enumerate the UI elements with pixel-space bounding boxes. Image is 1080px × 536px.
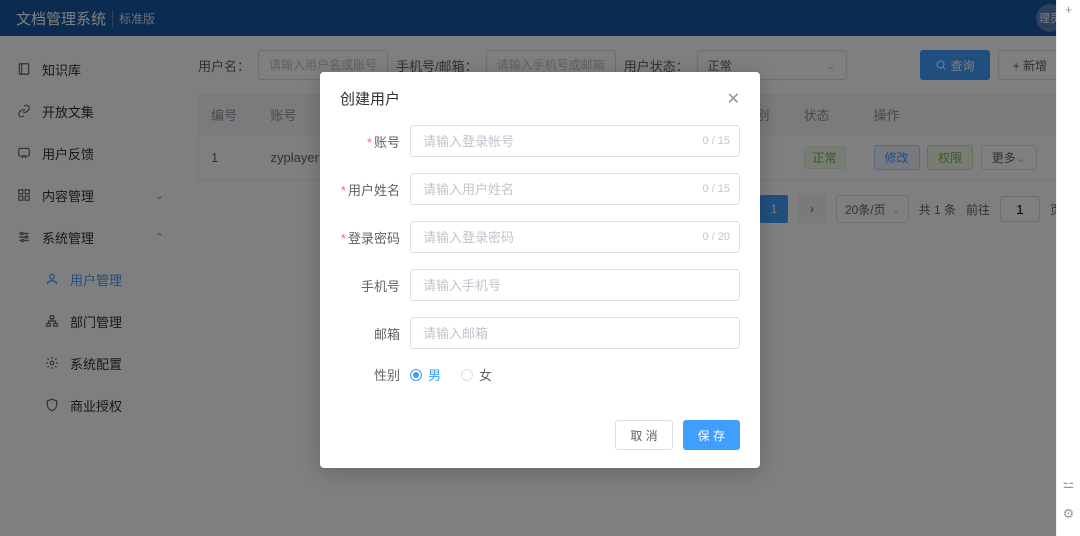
name-input[interactable]: [410, 173, 740, 205]
field-label-name: *用户姓名: [340, 180, 410, 199]
cancel-button[interactable]: 取 消: [615, 420, 672, 450]
save-button[interactable]: 保 存: [683, 420, 740, 450]
phone-input[interactable]: [410, 269, 740, 301]
email-input[interactable]: [410, 317, 740, 349]
modal-header: 创建用户 ✕: [320, 72, 760, 119]
account-input[interactable]: [410, 125, 740, 157]
create-user-modal: 创建用户 ✕ *账号 0 / 15 *用户姓名 0 / 15 *登录密码: [320, 72, 760, 468]
field-label-account: *账号: [340, 132, 410, 151]
field-label-gender: 性别: [340, 365, 410, 384]
modal-body: *账号 0 / 15 *用户姓名 0 / 15 *登录密码 0 / 20: [320, 119, 760, 410]
close-icon[interactable]: ✕: [727, 89, 740, 109]
account-counter: 0 / 15: [702, 135, 730, 147]
radio-dot-icon: [410, 369, 422, 381]
tool-icon-2[interactable]: ⚙: [1063, 506, 1075, 522]
radio-dot-icon: [461, 369, 473, 381]
gender-male-radio[interactable]: 男: [410, 365, 441, 384]
name-counter: 0 / 15: [702, 183, 730, 195]
right-toolbar: + ⚍ ⚙: [1056, 0, 1080, 536]
modal-footer: 取 消 保 存: [320, 410, 760, 468]
modal-overlay[interactable]: 创建用户 ✕ *账号 0 / 15 *用户姓名 0 / 15 *登录密码: [0, 0, 1080, 536]
modal-title: 创建用户: [340, 88, 400, 109]
field-label-email: 邮箱: [340, 324, 410, 343]
field-label-phone: 手机号: [340, 276, 410, 295]
gender-female-radio[interactable]: 女: [461, 365, 492, 384]
plus-icon[interactable]: +: [1065, 2, 1073, 17]
tool-icon-1[interactable]: ⚍: [1063, 476, 1075, 492]
password-counter: 0 / 20: [702, 231, 730, 243]
field-label-password: *登录密码: [340, 228, 410, 247]
password-input[interactable]: [410, 221, 740, 253]
